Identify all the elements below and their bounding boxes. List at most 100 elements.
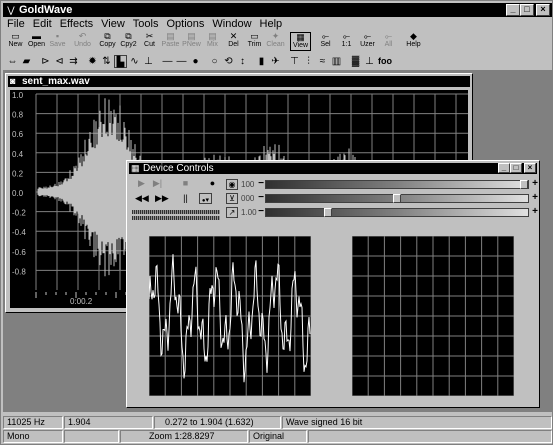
volume-minus-button[interactable]: − [257,179,265,189]
y-tick-label: -0.4 [12,228,26,237]
toolbar-button-label: Paste [161,41,180,48]
oscilloscope-left [148,235,312,397]
menu-item-file[interactable]: File [3,18,29,30]
fast-forward-button[interactable]: ▶▶ [155,193,169,204]
balance-minus-button[interactable]: − [257,193,265,203]
goldwave-logo-icon: ⋁ [7,4,15,15]
new-button[interactable]: ▭ New [5,32,26,51]
maximize-button[interactable]: □ [520,4,534,16]
speaker-icon[interactable]: ◉ [226,179,238,190]
cut-button[interactable]: ✂ Cut [139,32,160,51]
speed-minus-button[interactable]: − [257,207,265,217]
stop-button[interactable]: ■ [179,178,192,189]
undo-button[interactable]: ↶ Undo [72,32,93,51]
dot-icon[interactable]: ● [189,55,202,68]
play-button[interactable]: ▶ [135,178,148,189]
mark-end-icon[interactable]: ⊲ [53,55,66,68]
uzer-button[interactable]: ⟜ Uzer [357,32,378,51]
menu-item-effects[interactable]: Effects [56,18,97,30]
speed-slider[interactable] [265,208,529,217]
paste-button[interactable]: ▤ Paste [160,32,181,51]
invert-icon[interactable]: ⇅ [100,55,113,68]
minimize-button[interactable]: _ [506,4,520,16]
menu-item-edit[interactable]: Edit [29,18,56,30]
menu-item-tools[interactable]: Tools [129,18,163,30]
settings-icon[interactable]: ✹ [86,55,99,68]
copy2-icon: ⧉ [125,31,132,41]
11-button[interactable]: ⟜ 1:1 [336,32,357,51]
balance-slider[interactable] [265,194,529,203]
balance-slider-thumb[interactable] [393,194,401,203]
del-button[interactable]: ✕ Del [223,32,244,51]
speed-plus-button[interactable]: + [531,207,539,217]
trim-button[interactable]: ▭ Trim [244,32,265,51]
line-icon[interactable]: — [175,55,188,68]
volume-shape-icon[interactable]: ▰ [20,55,33,68]
view-button[interactable]: ▦ View [290,32,311,51]
clean-button[interactable]: ✦ Clean [265,32,286,51]
volume-plus-button[interactable]: + [531,179,539,189]
all-button[interactable]: ⟜ All [378,32,399,51]
fft-icon[interactable]: ⊥ [363,55,376,68]
noise-icon[interactable]: ▓ [349,55,362,68]
open-button[interactable]: ▬ Open [26,32,47,51]
oscilloscope-right [351,235,515,397]
x-tick-label: 0:00.2 [70,297,93,306]
save-button[interactable]: ▪ Save [47,32,68,51]
speed-value: 1.00 [241,208,257,217]
circle-icon[interactable]: ○ [208,55,221,68]
filter-icon[interactable]: ⊤ [288,55,301,68]
arrows-icon[interactable]: ↕ [236,55,249,68]
new-icon: ▭ [11,31,20,41]
menu-item-help[interactable]: Help [256,18,287,30]
record-mode-dropdown[interactable]: ●▾ [199,193,212,204]
sound-window-title: sent_max.wav [22,76,90,87]
eq-icon[interactable]: ⫶ [302,55,315,68]
volume-slider[interactable] [265,180,529,189]
mark-start-icon[interactable]: ⊳ [39,55,52,68]
menu-item-view[interactable]: View [97,18,129,30]
toolbar-button-label: Uzer [360,41,375,48]
menu-item-options[interactable]: Options [162,18,208,30]
loop-icon[interactable]: ⟲ [222,55,235,68]
chevron-down-icon: ▾ [205,197,210,204]
play-selection-button[interactable]: ▶| [151,178,164,189]
device-controls-window[interactable]: ▦ Device Controls _ □ × ▶ ▶| ■ ● ◀◀ ▶▶ |… [126,160,540,408]
balance-icon[interactable]: ⊻ [226,193,238,204]
close-button[interactable]: × [536,4,550,16]
graph-icon[interactable]: ▙ [114,54,127,68]
resample-icon[interactable]: ⇔ [6,55,19,68]
volume-value: 100 [241,180,255,189]
pnew-button[interactable]: ▤ PNew [181,32,202,51]
dc-minimize-button[interactable]: _ [498,163,510,173]
speed-slider-thumb[interactable] [324,208,332,217]
cpy2-button[interactable]: ⧉ Cpy2 [118,32,139,51]
foo-icon[interactable]: foo [377,55,393,68]
plane-icon[interactable]: ✈ [269,55,282,68]
wave-icon[interactable]: ≈ [316,55,329,68]
chart-icon[interactable]: ▥ [330,55,343,68]
rewind-button[interactable]: ◀◀ [135,193,149,204]
dc-close-button[interactable]: × [524,163,536,173]
y-tick-label: 0.2 [12,169,24,178]
sound-window-title-bar[interactable]: ◙ sent_max.wav [8,76,470,87]
peak-icon[interactable]: ⊥ [142,55,155,68]
undo-icon: ↶ [78,31,87,41]
menu-item-window[interactable]: Window [208,18,255,30]
balance-plus-button[interactable]: + [531,193,539,203]
dc-maximize-button[interactable]: □ [510,163,522,173]
volume-slider-thumb[interactable] [520,180,528,189]
mix-button[interactable]: ▤ Mix [202,32,223,51]
record-button[interactable]: ● [206,178,219,189]
channel-icon[interactable]: ⇉ [67,55,80,68]
pause-button[interactable]: || [179,193,192,204]
flat-icon[interactable]: — [161,55,174,68]
title-bar[interactable]: ⋁ GoldWave _ □ × [3,3,552,17]
copy-button[interactable]: ⧉ Copy [97,32,118,51]
speed-icon[interactable]: ↗ [226,207,238,218]
device-controls-title-bar[interactable]: ▦ Device Controls _ □ × [129,163,537,174]
bars-icon[interactable]: ▮ [255,55,268,68]
curve-icon[interactable]: ∿ [128,55,141,68]
help-button[interactable]: ◆ Help [403,32,424,51]
sel-button[interactable]: ⟜ Sel [315,32,336,51]
